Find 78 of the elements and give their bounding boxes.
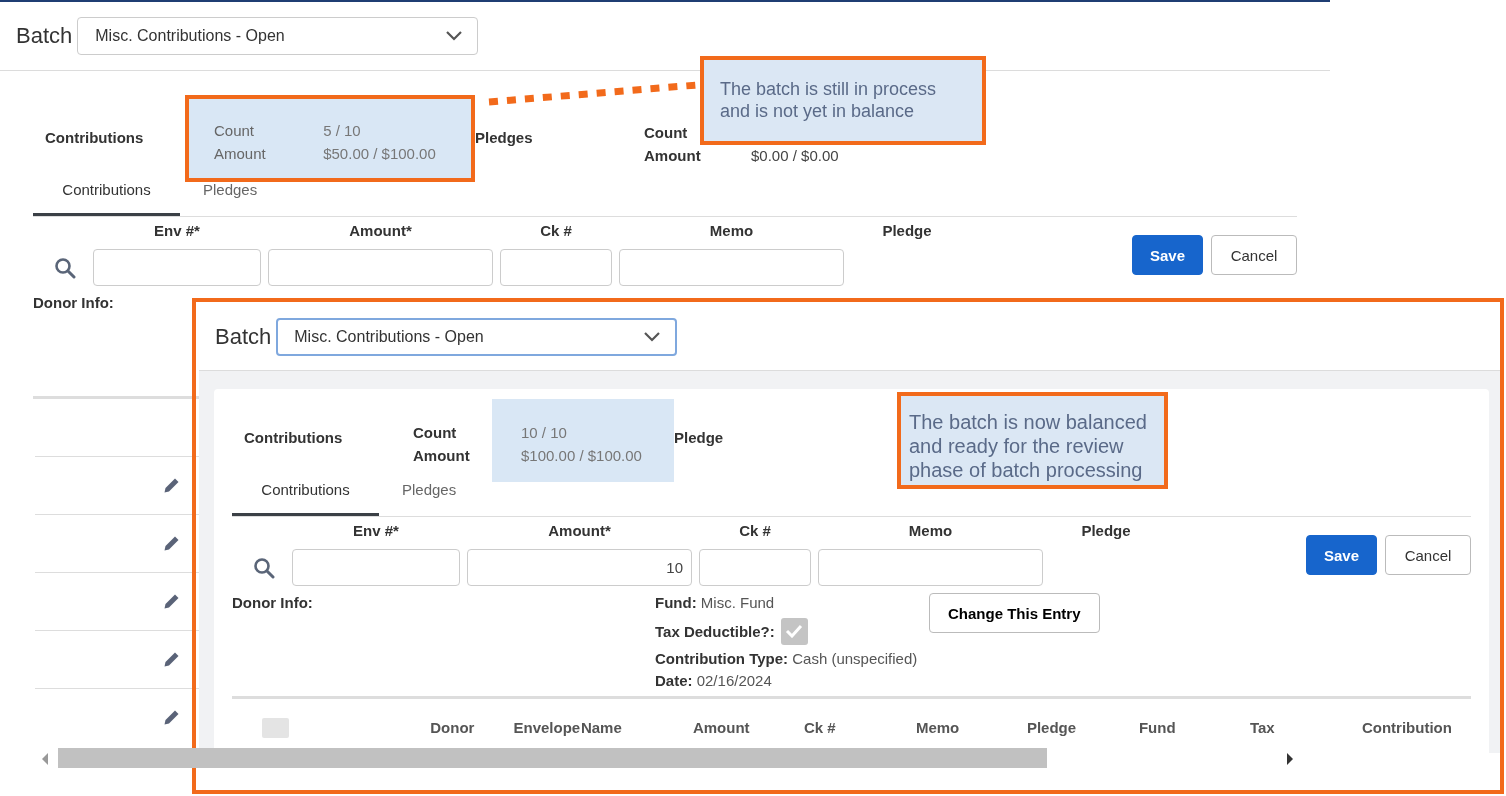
entry-field[interactable] [93,249,261,286]
column-header: Fund [1138,719,1176,736]
count-label: Count [413,423,458,441]
column-header: Pledge [1026,719,1077,736]
pledges-label: Pledge [674,429,725,446]
callout-note: The batch is still in process and is not yet in balance [700,56,986,145]
batch-label: Batch [16,22,73,50]
pencil-icon[interactable] [163,651,180,668]
field-label: Env #* [352,523,400,539]
cancel-button[interactable]: Cancel [1385,535,1471,575]
pencil-icon[interactable] [163,477,180,494]
tab[interactable]: Pledges [379,482,480,516]
save-button[interactable]: Save [1132,235,1203,275]
field-label: Memo [708,223,755,239]
donor-info-label: Donor Info: [232,594,313,611]
tab[interactable]: Pledges [180,182,281,216]
field-label: Memo [907,523,954,539]
count-value: 5 / 10 [323,121,362,139]
contributions-label: Contributions [44,129,145,146]
field-label: Ck # [738,523,772,539]
detail-text: Contribution Type: Cash (unspecified) [655,649,919,669]
chevron-down-icon [643,331,662,343]
entry-field[interactable] [699,549,811,586]
amount-label: Amount [413,446,471,464]
scroll-right-icon[interactable] [1285,752,1295,766]
select-all-checkbox[interactable] [262,717,289,738]
batch-select[interactable]: Misc. Contributions - Open [77,17,479,55]
column-header: Donor [430,719,475,736]
column-header: Tax [1249,719,1275,736]
field-label: Env #* [153,223,201,239]
change-entry-button[interactable]: Change This Entry [929,593,1100,633]
check-icon [785,624,804,638]
donor-info-label: Donor Info: [33,294,114,311]
scroll-left-icon[interactable] [40,752,50,766]
count-value: 10 / 10 [521,423,568,441]
tab[interactable]: Contributions [33,182,180,216]
amount-value: $50.00 / $100.00 [323,144,437,162]
batch-label: Batch [215,323,272,351]
tab[interactable]: Contributions [232,482,379,516]
entry-field[interactable] [500,249,612,286]
batch-select[interactable]: Misc. Contributions - Open [276,318,678,356]
amount-value: $0.00 / $0.00 [751,146,840,164]
count-label: Count [214,121,256,139]
amount-label: Amount [214,144,267,162]
column-header: Ck # [803,719,836,736]
detail-text: Fund: Misc. Fund [655,593,776,613]
cancel-button[interactable]: Cancel [1211,235,1297,275]
field-label: Pledge [1080,523,1132,539]
entry-field[interactable] [818,549,1043,586]
contributions-label: Contributions [243,429,344,446]
pledges-label: Pledges [475,129,534,146]
field-label: Amount* [547,523,612,539]
pencil-icon[interactable] [163,535,180,552]
entry-field[interactable] [619,249,844,286]
column-header: Envelope [513,719,581,736]
search-icon[interactable] [54,256,76,279]
pencil-icon[interactable] [163,593,180,610]
detail-text: Date: 02/16/2024 [655,671,773,691]
entry-field[interactable] [268,249,493,286]
field-label: Ck # [539,223,573,239]
column-header: Memo [915,719,960,736]
scrollbar-thumb[interactable] [58,748,1047,768]
entry-field[interactable] [292,549,460,586]
amount-label: Amount [644,146,702,164]
pencil-icon[interactable] [163,709,180,726]
chevron-down-icon [445,30,464,42]
count-label: Count [644,123,689,141]
entry-field[interactable]: 10 [467,549,692,586]
column-header: Amount [692,719,750,736]
amount-value: $100.00 / $100.00 [521,446,643,464]
tax-deductible-label: Tax Deductible?: [655,622,775,640]
column-header: Name [580,719,622,736]
callout-note: The batch is now balanced and ready for the review phase of batch processing [897,392,1168,489]
field-label: Pledge [881,223,933,239]
field-label: Amount* [348,223,413,239]
search-icon[interactable] [253,556,275,579]
save-button[interactable]: Save [1306,535,1377,575]
column-header: Contribution [1361,719,1452,736]
